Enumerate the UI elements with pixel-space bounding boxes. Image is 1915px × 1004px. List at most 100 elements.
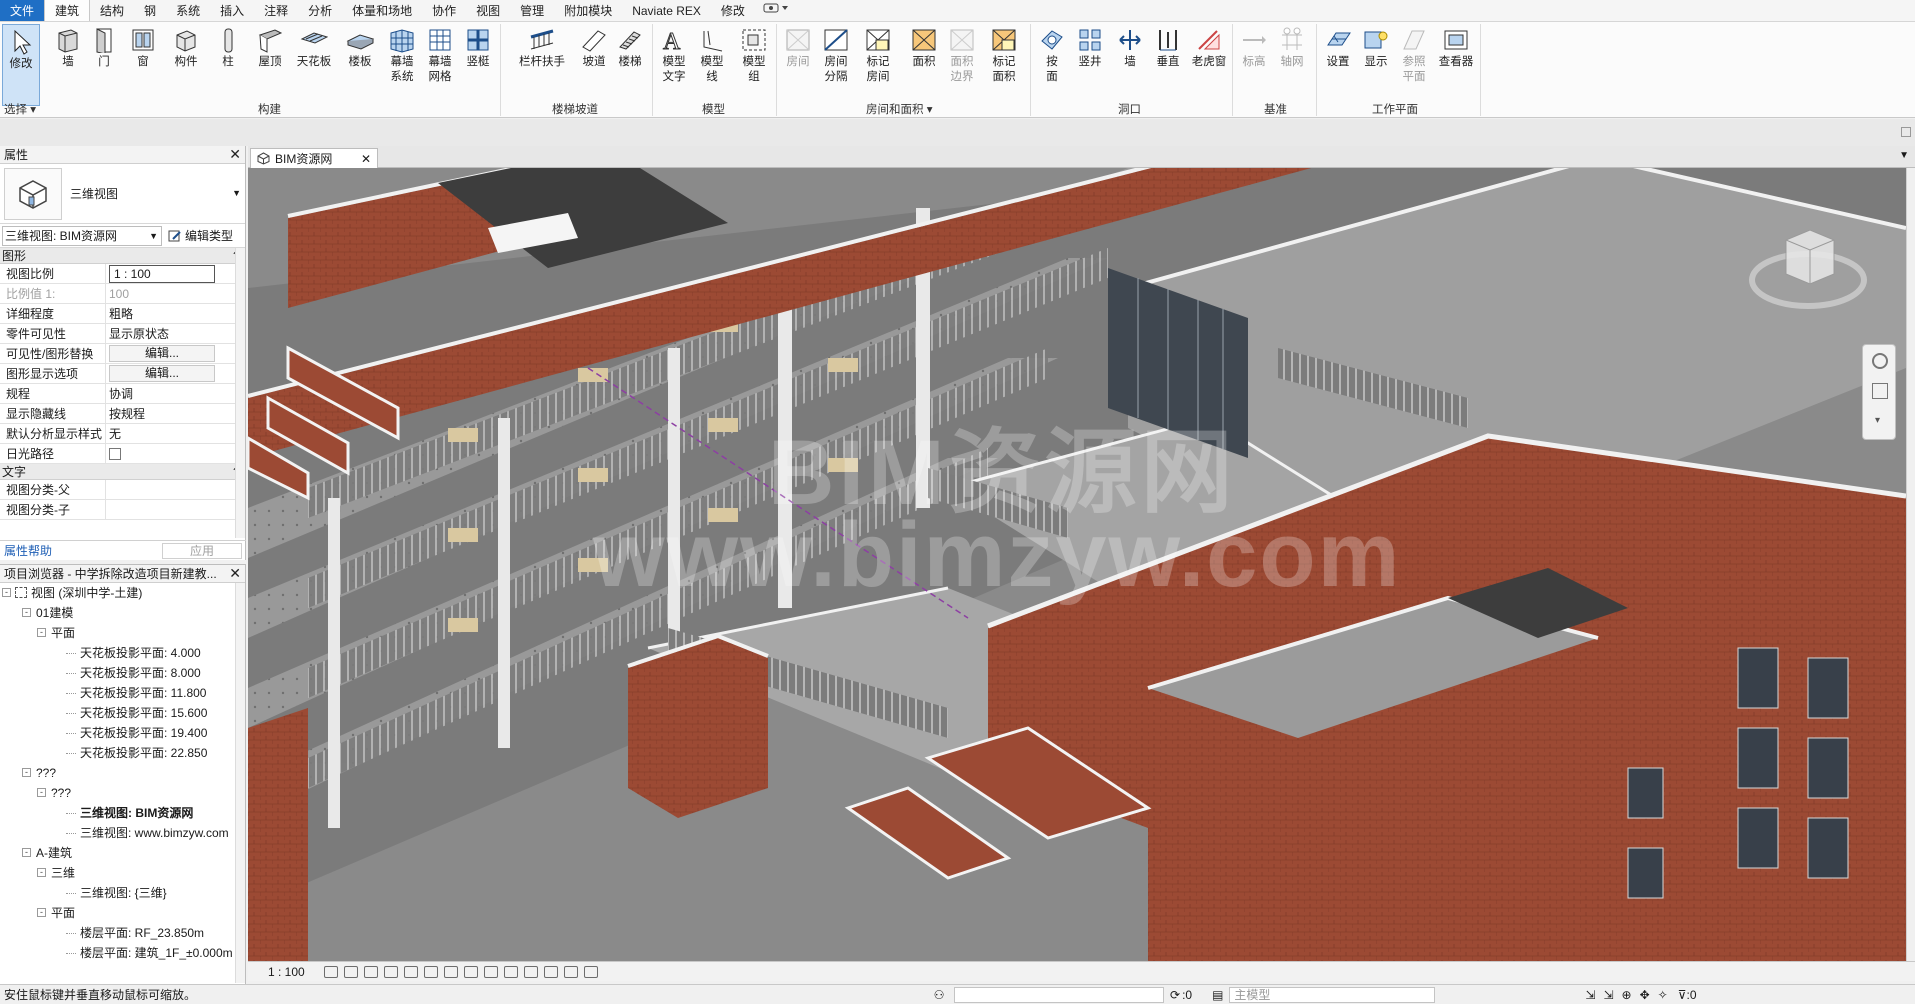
browser-tree-item[interactable]: -??? — [0, 763, 245, 783]
browser-tree-item[interactable]: 天花板投影平面: 8.000 — [0, 663, 245, 683]
tab-annotate[interactable]: 注释 — [254, 0, 298, 21]
browser-tree-item[interactable]: -01建模 — [0, 603, 245, 623]
show-constraints-icon[interactable] — [584, 965, 598, 978]
tab-modify[interactable]: 修改 — [711, 0, 755, 21]
highlight-displacement-icon[interactable] — [564, 965, 578, 978]
browser-tree-item[interactable]: - A-建筑 — [0, 843, 245, 863]
workset-selector[interactable] — [954, 986, 1164, 1003]
browser-tree-item[interactable]: 天花板投影平面: 11.800 — [0, 683, 245, 703]
navbar-options-icon[interactable]: ▾ — [1875, 415, 1880, 426]
ramp-button[interactable]: 坡道 — [578, 25, 610, 70]
apply-button[interactable]: 应用 — [162, 542, 242, 559]
roof-button[interactable]: 屋顶 — [254, 25, 286, 70]
tab-addins[interactable]: 附加模块 — [554, 0, 622, 21]
property-value[interactable]: 1 : 100 — [109, 265, 215, 283]
tab-systems[interactable]: 系统 — [166, 0, 210, 21]
tab-view[interactable]: 视图 — [466, 0, 510, 21]
collapse-ribbon-icon[interactable] — [1901, 127, 1911, 137]
property-value[interactable]: 粗略 — [109, 307, 133, 321]
instance-selector[interactable]: 三维视图: BIM资源网 ▼ — [2, 225, 162, 246]
modify-button[interactable]: 修改 — [2, 24, 40, 106]
sun-path-icon[interactable] — [364, 965, 378, 978]
select-by-face-icon[interactable]: ✥ — [1640, 988, 1650, 1002]
group-graphics[interactable]: 图形 ⌃ — [0, 248, 245, 264]
by-face-button[interactable]: 按 面 — [1036, 25, 1068, 85]
close-icon[interactable]: ✕ — [361, 152, 371, 166]
area-boundary-button[interactable]: 面积 边界 — [946, 25, 978, 85]
browser-tree-item[interactable]: 楼层平面: RF_23.850m — [0, 923, 245, 943]
chevron-down-icon[interactable]: ▼ — [1899, 150, 1909, 161]
component-button[interactable]: 构件 — [170, 25, 202, 70]
group-text[interactable]: 文字 ⌃ — [0, 464, 245, 480]
close-icon[interactable]: ✕ — [229, 146, 241, 163]
level-button[interactable]: 标高 — [1238, 25, 1270, 70]
tag-room-button[interactable]: 标记 房间 — [862, 25, 894, 85]
set-workplane-button[interactable]: 设置 — [1322, 25, 1354, 70]
property-value[interactable]: 无 — [109, 427, 121, 441]
tab-insert[interactable]: 插入 — [210, 0, 254, 21]
visual-style-icon[interactable] — [344, 965, 358, 978]
show-workplane-button[interactable]: 显示 — [1360, 25, 1392, 70]
crop-view-icon[interactable] — [424, 965, 438, 978]
temp-hide-icon[interactable] — [484, 965, 498, 978]
drag-elements-icon[interactable]: ✧ — [1658, 988, 1668, 1002]
tab-massing-site[interactable]: 体量和场地 — [342, 0, 422, 21]
show-crop-icon[interactable] — [444, 965, 458, 978]
tab-architecture[interactable]: 建筑 — [44, 0, 91, 21]
curtain-grid-button[interactable]: 幕墙 网格 — [424, 25, 456, 85]
analytical-model-icon[interactable] — [544, 965, 558, 978]
select-links-icon[interactable]: ⇲ — [1585, 988, 1595, 1002]
property-value[interactable] — [106, 500, 245, 519]
room-area-panel-dropdown[interactable]: 房间和面积 ▾ — [866, 101, 932, 117]
area-button[interactable]: 面积 — [908, 25, 940, 70]
room-button[interactable]: 房间 — [782, 25, 814, 70]
browser-tree-item[interactable]: 三维视图: BIM资源网 — [0, 803, 245, 823]
render-icon[interactable] — [404, 965, 418, 978]
mullion-button[interactable]: 竖梃 — [462, 25, 494, 70]
properties-scrollbar[interactable] — [235, 248, 245, 538]
browser-tree-item[interactable]: -??? — [0, 783, 245, 803]
tree-toggle-icon[interactable]: - — [37, 868, 46, 877]
worksharing-display-icon[interactable] — [524, 965, 538, 978]
shaft-button[interactable]: 竖井 — [1074, 25, 1106, 70]
vertical-opening-button[interactable]: 垂直 — [1152, 25, 1184, 70]
edit-type-button[interactable]: 编辑类型 — [168, 227, 233, 244]
tree-toggle-icon[interactable]: - — [37, 628, 46, 637]
property-value[interactable]: 显示原状态 — [109, 327, 169, 341]
stair-button[interactable]: 楼梯 — [614, 25, 646, 70]
browser-tree-item[interactable]: - 视图 (深圳中学-土建) — [0, 583, 245, 603]
property-value[interactable] — [106, 480, 245, 499]
browser-tree-item[interactable]: - 平面 — [0, 623, 245, 643]
zoom-region-icon[interactable] — [1872, 383, 1888, 399]
ref-plane-button[interactable]: 参照 平面 — [1398, 25, 1430, 85]
door-button[interactable]: 门 — [88, 25, 120, 70]
property-edit-button[interactable]: 编辑... — [109, 345, 215, 362]
select-panel-dropdown[interactable]: 选择 ▾ — [4, 101, 36, 117]
grid-button[interactable]: 轴网 — [1276, 25, 1308, 70]
column-button[interactable]: 柱 — [212, 25, 244, 70]
model-selector[interactable]: 主模型 — [1229, 986, 1436, 1003]
shadows-icon[interactable] — [384, 965, 398, 978]
dormer-button[interactable]: 老虎窗 — [1190, 25, 1228, 70]
model-text-button[interactable]: A 模型 文字 — [658, 25, 690, 85]
type-selector[interactable]: 三维视图 ▼ — [0, 164, 245, 224]
select-pinned-icon[interactable]: ⊕ — [1622, 988, 1632, 1002]
tree-toggle-icon[interactable]: - — [2, 588, 11, 597]
tab-manage[interactable]: 管理 — [510, 0, 554, 21]
property-edit-button[interactable]: 编辑... — [109, 365, 215, 382]
tab-collaborate[interactable]: 协作 — [422, 0, 466, 21]
select-underlay-icon[interactable]: ⇲ — [1603, 988, 1613, 1002]
model-group-button[interactable]: 模型 组 — [738, 25, 770, 85]
tree-toggle-icon[interactable]: - — [37, 788, 46, 797]
railing-button[interactable]: 栏杆扶手 — [519, 25, 565, 70]
lock-view-icon[interactable] — [464, 965, 478, 978]
wall-opening-button[interactable]: 墙 — [1114, 25, 1146, 70]
tag-area-button[interactable]: 标记 面积 — [988, 25, 1020, 85]
tab-file[interactable]: 文件 — [0, 0, 45, 21]
tab-analyze[interactable]: 分析 — [298, 0, 342, 21]
3d-viewport[interactable]: BIM资源网 www.bimzyw.com ▾ — [248, 168, 1906, 961]
curtain-system-button[interactable]: 幕墙 系统 — [386, 25, 418, 85]
tab-naviate-rex[interactable]: Naviate REX — [622, 0, 711, 21]
tree-toggle-icon[interactable]: - — [37, 908, 46, 917]
view-tab[interactable]: BIM资源网 ✕ — [250, 148, 378, 168]
